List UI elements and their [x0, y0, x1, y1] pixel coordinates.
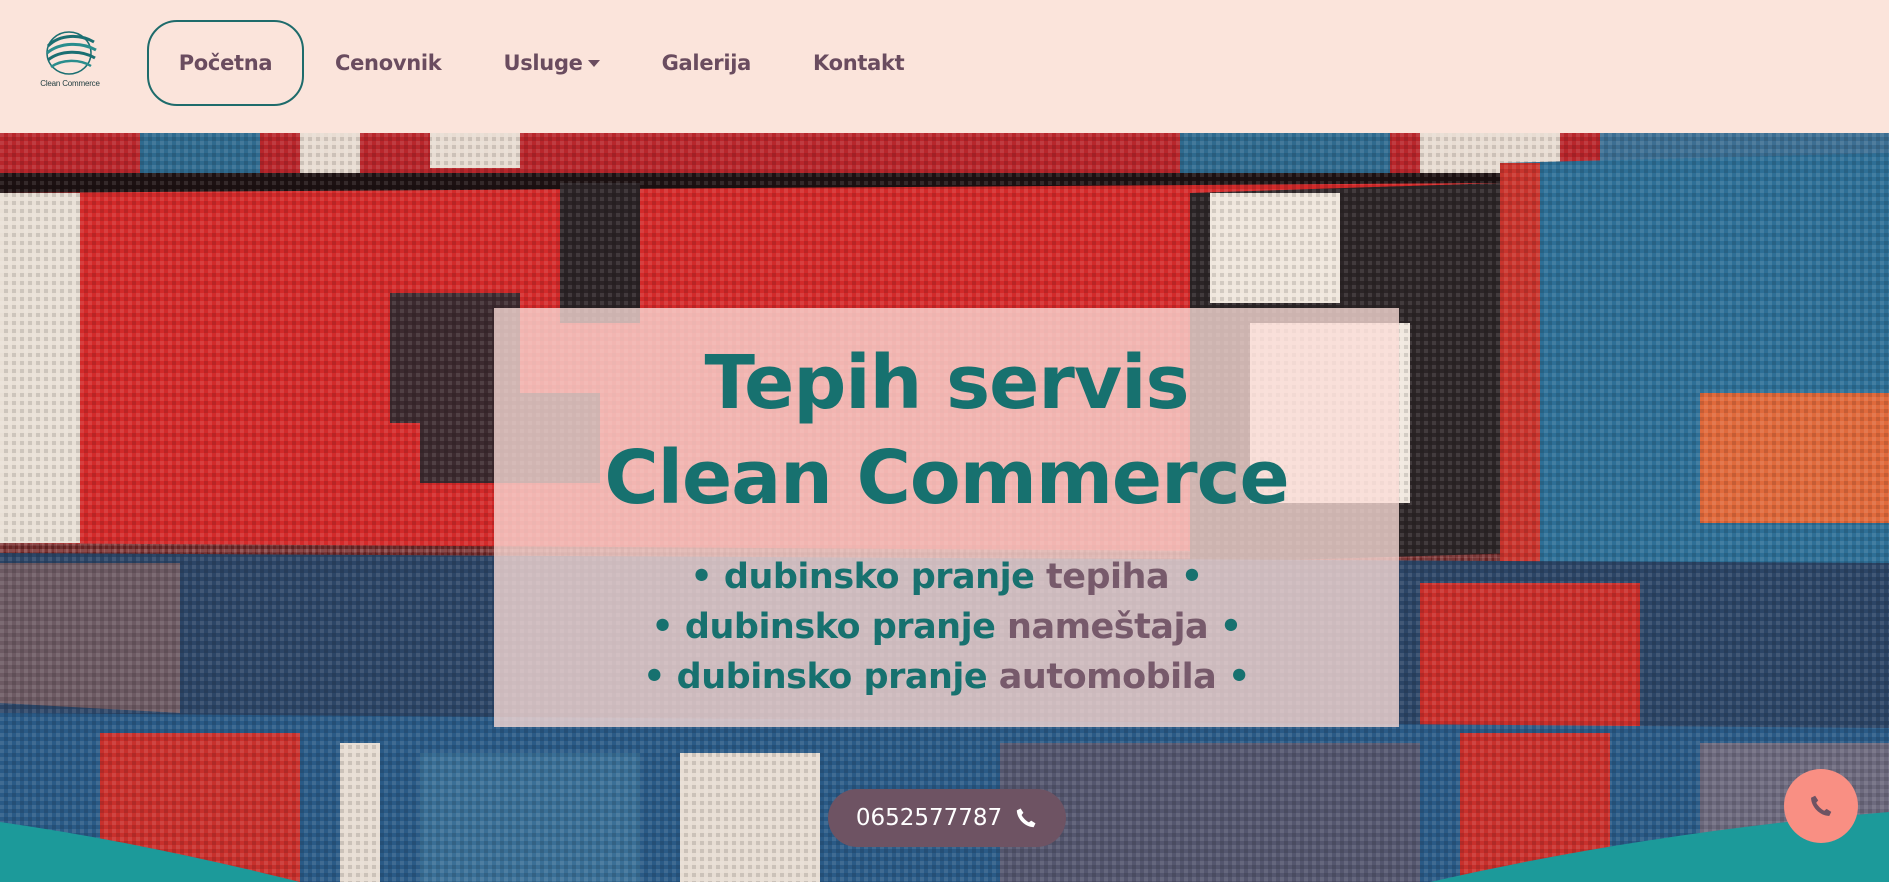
service-item: • dubinsko pranje automobila •: [494, 652, 1399, 702]
service-suffix: •: [1216, 657, 1250, 697]
service-prefix: • dubinsko pranje: [643, 657, 999, 697]
hero-title-line1: Tepih servis: [704, 340, 1190, 426]
service-prefix: • dubinsko pranje: [651, 607, 1008, 647]
service-object: nameštaja: [1007, 607, 1209, 647]
nav-item-pocetna[interactable]: Početna: [147, 20, 304, 106]
service-suffix: •: [1208, 607, 1242, 647]
phone-number: 0652577787: [855, 805, 1003, 831]
caret-down-icon: [587, 59, 600, 67]
phone-number-button[interactable]: 0652577787: [828, 789, 1066, 847]
main-nav: Početna Cenovnik Usluge Galerija Kontakt: [147, 20, 935, 106]
services-list: • dubinsko pranje tepiha • • dubinsko pr…: [494, 552, 1399, 702]
service-item: • dubinsko pranje tepiha •: [494, 552, 1399, 602]
nav-item-kontakt[interactable]: Kontakt: [782, 20, 935, 106]
service-item: • dubinsko pranje nameštaja •: [494, 602, 1399, 652]
phone-icon: [1014, 806, 1038, 830]
globe-swirl-logo-icon: [46, 31, 97, 75]
nav-item-usluge-label: Usluge: [503, 51, 583, 75]
logo-text: Clean Commerce: [40, 79, 100, 88]
service-suffix: •: [1169, 557, 1203, 597]
hero-title-line2: Clean Commerce: [604, 435, 1289, 521]
site-header: Clean Commerce Početna Cenovnik Usluge G…: [0, 0, 1889, 133]
hero-section: Tepih servis Clean Commerce • dubinsko p…: [0, 133, 1889, 882]
logo[interactable]: Clean Commerce: [38, 28, 102, 94]
phone-icon: [1808, 793, 1834, 819]
hero-title: Tepih servis Clean Commerce: [494, 336, 1399, 526]
service-object: automobila: [998, 657, 1217, 697]
service-prefix: • dubinsko pranje: [690, 557, 1047, 597]
call-button[interactable]: [1784, 769, 1858, 843]
service-object: tepiha: [1046, 557, 1170, 597]
nav-item-cenovnik[interactable]: Cenovnik: [304, 20, 472, 106]
hero-banner: Tepih servis Clean Commerce • dubinsko p…: [494, 308, 1399, 727]
nav-item-galerija[interactable]: Galerija: [631, 20, 782, 106]
nav-item-usluge[interactable]: Usluge: [472, 20, 630, 106]
